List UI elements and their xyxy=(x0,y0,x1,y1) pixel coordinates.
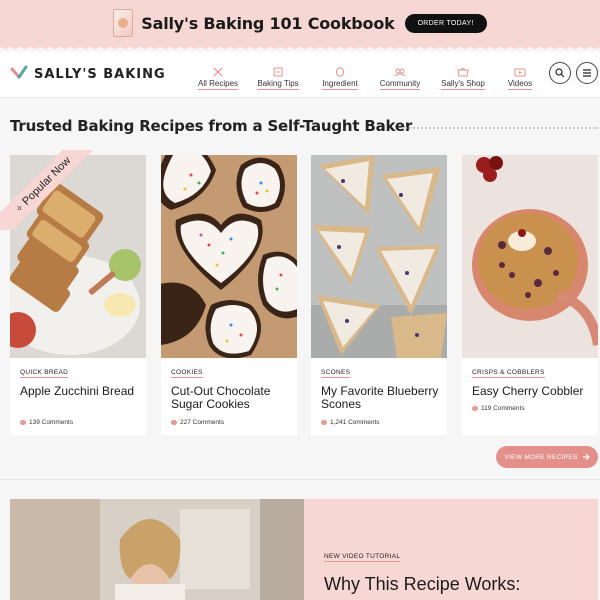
comment-icon xyxy=(321,420,327,425)
menu-button[interactable] xyxy=(576,62,598,84)
video-icon xyxy=(514,68,526,77)
section-title: Trusted Baking Recipes from a Self-Taugh… xyxy=(10,117,413,135)
recipe-comments[interactable]: 227 Comments xyxy=(171,419,224,426)
comment-icon xyxy=(20,420,26,425)
recipe-title[interactable]: My Favorite Blueberry Scones xyxy=(321,385,443,411)
recipe-card[interactable]: SCONES My Favorite Blueberry Scones 1,24… xyxy=(311,155,447,435)
nav-label: Baking Tips xyxy=(257,79,299,90)
arrow-right-icon xyxy=(582,453,590,461)
site-logo[interactable]: SALLY'S BAKING xyxy=(10,65,166,83)
community-icon xyxy=(394,68,406,77)
feature-tag[interactable]: NEW VIDEO TUTORIAL xyxy=(324,553,401,562)
recipe-title[interactable]: Easy Cherry Cobbler xyxy=(472,385,594,398)
nav-label: Ingredient xyxy=(322,79,358,90)
nav-label: Videos xyxy=(507,79,533,90)
comment-icon xyxy=(472,406,478,411)
recipe-image[interactable] xyxy=(161,155,297,358)
comment-count: 1,241 Comments xyxy=(330,419,380,426)
recipe-category[interactable]: QUICK BREAD xyxy=(20,369,69,378)
hamburger-icon xyxy=(583,69,591,77)
shop-icon xyxy=(457,68,469,77)
recipe-comments[interactable]: 119 Comments xyxy=(472,405,525,412)
scallop-edge xyxy=(0,44,600,49)
recipe-card[interactable]: CRISPS & COBBLERS Easy Cherry Cobbler 11… xyxy=(462,155,598,435)
view-more-recipes-button[interactable]: VIEW MORE RECIPES xyxy=(496,446,598,468)
recipe-card[interactable]: QUICK BREAD Apple Zucchini Bread 139 Com… xyxy=(10,155,146,435)
section-divider xyxy=(0,479,600,480)
whisk-icon xyxy=(213,67,223,77)
recipe-category[interactable]: CRISPS & COBBLERS xyxy=(472,369,545,378)
recipe-image[interactable] xyxy=(311,155,447,358)
search-icon xyxy=(555,68,565,78)
comment-count: 139 Comments xyxy=(29,419,74,426)
promo-banner[interactable]: Sally's Baking 101 Cookbook ORDER TODAY! xyxy=(0,0,600,46)
nav-community[interactable]: Community xyxy=(378,67,422,90)
comment-count: 119 Comments xyxy=(481,405,525,412)
order-today-button[interactable]: ORDER TODAY! xyxy=(404,13,487,33)
promo-title: Sally's Baking 101 Cookbook xyxy=(141,13,395,33)
recipe-image[interactable] xyxy=(10,155,146,358)
logo-text: SALLY'S BAKING xyxy=(34,66,166,82)
comment-count: 227 Comments xyxy=(180,419,225,426)
whisk-logo-icon xyxy=(10,65,28,79)
search-button[interactable] xyxy=(549,62,571,84)
feature-title[interactable]: Why This Recipe Works: xyxy=(324,573,594,595)
nav-baking-tips[interactable]: Baking Tips xyxy=(256,67,300,90)
feature-panel: NEW VIDEO TUTORIAL Why This Recipe Works… xyxy=(304,499,598,600)
cookbook-icon xyxy=(113,9,134,37)
nav-ingredient[interactable]: Ingredient xyxy=(320,67,360,90)
nav-label: All Recipes xyxy=(198,79,239,90)
recipe-category[interactable]: COOKIES xyxy=(171,369,203,378)
view-more-label: VIEW MORE RECIPES xyxy=(504,453,578,461)
comment-icon xyxy=(171,420,177,425)
tips-icon xyxy=(273,67,283,77)
recipe-title[interactable]: Apple Zucchini Bread xyxy=(20,385,142,398)
recipe-card[interactable]: COOKIES Cut-Out Chocolate Sugar Cookies … xyxy=(161,155,297,435)
recipe-comments[interactable]: 139 Comments xyxy=(20,419,73,426)
egg-icon xyxy=(336,67,344,77)
nav-shop[interactable]: Sally's Shop xyxy=(440,67,486,90)
nav-videos[interactable]: Videos xyxy=(504,67,536,90)
recipe-title[interactable]: Cut-Out Chocolate Sugar Cookies xyxy=(171,385,293,411)
nav-label: Community xyxy=(379,79,421,90)
recipe-comments[interactable]: 1,241 Comments xyxy=(321,419,380,426)
nav-all-recipes[interactable]: All Recipes xyxy=(198,67,238,90)
recipe-category[interactable]: SCONES xyxy=(321,369,351,378)
nav-label: Sally's Shop xyxy=(441,79,485,90)
recipe-image[interactable] xyxy=(462,155,598,358)
title-divider xyxy=(402,127,598,129)
feature-video-image[interactable] xyxy=(10,499,304,600)
